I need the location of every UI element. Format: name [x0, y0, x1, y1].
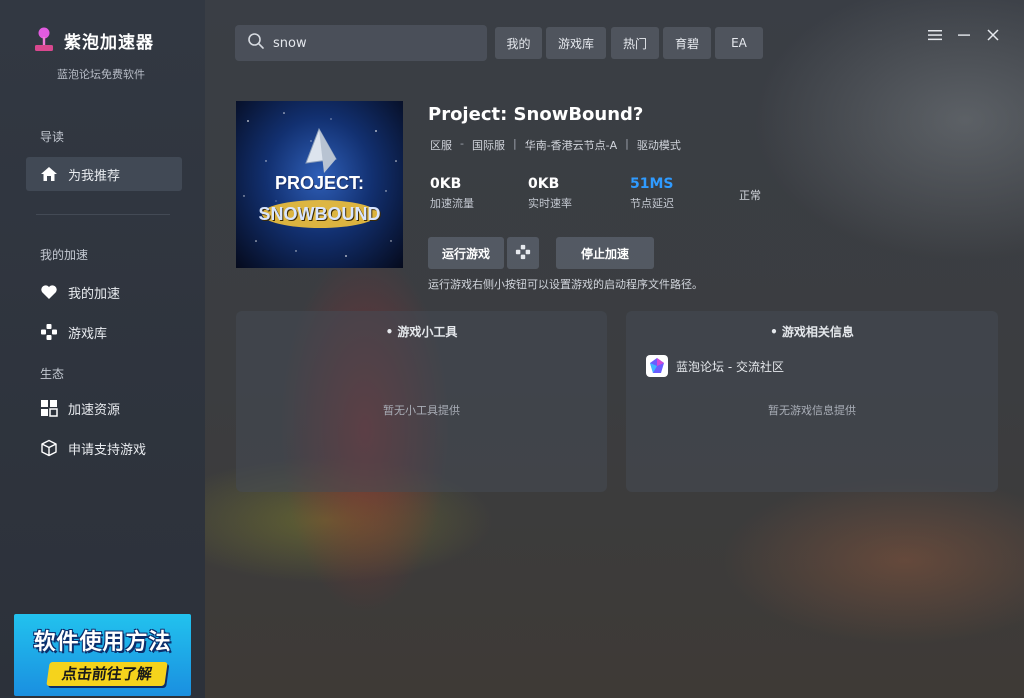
community-link[interactable]: 蓝泡论坛 - 交流社区 — [646, 355, 784, 377]
grid-icon — [40, 399, 58, 417]
sidebar-item-my-accel[interactable]: 我的加速 — [26, 275, 182, 309]
sidebar-item-recommend[interactable]: 为我推荐 — [26, 157, 182, 191]
sidebar-item-label: 申请支持游戏 — [68, 442, 147, 458]
traffic-label: 加速流量 — [430, 197, 474, 210]
sidebar-item-label: 游戏库 — [68, 326, 108, 342]
meta-separator: | — [625, 137, 629, 150]
community-link-label: 蓝泡论坛 - 交流社区 — [676, 359, 784, 374]
speed-label: 实时速率 — [528, 197, 572, 210]
close-icon[interactable] — [984, 26, 1002, 44]
sidebar-item-game-library[interactable]: 游戏库 — [26, 315, 182, 349]
speed-value: 0KB — [528, 176, 560, 192]
cover-title-line2: SNOWBOUND — [258, 204, 381, 224]
info-empty-text: 暂无游戏信息提供 — [768, 404, 856, 417]
mode-value: 驱动模式 — [636, 139, 681, 152]
section-eco-label: 生态 — [40, 367, 65, 381]
stat-latency: 51MS 节点延迟 — [630, 176, 674, 211]
cover-title-line1: PROJECT: — [274, 173, 364, 193]
sidebar: 紫泡加速器 蓝泡论坛免费软件 导读 为我推荐 我的加速 我的加速 游戏库 生态 … — [0, 0, 205, 698]
section-my-label: 我的加速 — [40, 248, 89, 262]
cube-icon — [40, 439, 58, 457]
tools-card: • 游戏小工具 暂无小工具提供 — [236, 311, 607, 492]
tab-ea[interactable]: EA — [715, 27, 763, 59]
home-icon — [40, 165, 58, 183]
search-box[interactable] — [235, 25, 487, 61]
app-name: 紫泡加速器 — [64, 32, 154, 53]
banner-cta: 点击前往了解 — [46, 662, 168, 686]
gamepad-icon — [40, 323, 58, 341]
stop-accel-button[interactable]: 停止加速 — [556, 237, 654, 269]
region-label: 区服 — [430, 139, 452, 152]
game-title: Project: SnowBound? — [428, 104, 644, 125]
game-meta: 区服 - 国际服 | 华南-香港云节点-A | 驱动模式 — [430, 137, 681, 153]
minimize-icon[interactable] — [955, 26, 973, 44]
search-input[interactable] — [273, 35, 463, 51]
usage-guide-banner[interactable]: 软件使用方法 点击前往了解 — [14, 614, 191, 696]
region-value: 国际服 — [471, 139, 505, 152]
info-card: • 游戏相关信息 蓝泡论坛 - 交流社区 暂无游戏信息提供 — [626, 311, 998, 492]
heart-icon — [40, 283, 58, 301]
brand: 紫泡加速器 — [32, 26, 154, 54]
gamepad-icon — [515, 244, 531, 263]
section-guide-label: 导读 — [40, 130, 65, 144]
sidebar-item-label: 加速资源 — [68, 402, 121, 418]
latency-label: 节点延迟 — [630, 197, 674, 210]
tab-mine[interactable]: 我的 — [495, 27, 542, 59]
menu-icon[interactable] — [926, 26, 944, 44]
tools-empty-text: 暂无小工具提供 — [383, 404, 460, 417]
run-game-button[interactable]: 运行游戏 — [428, 237, 504, 269]
sidebar-item-apply-support[interactable]: 申请支持游戏 — [26, 431, 182, 465]
app-subtitle: 蓝泡论坛免费软件 — [57, 68, 145, 81]
search-icon — [247, 32, 265, 54]
info-card-title: • 游戏相关信息 — [770, 325, 854, 339]
tab-hot[interactable]: 热门 — [611, 27, 659, 59]
stat-traffic: 0KB 加速流量 — [430, 176, 474, 211]
status-badge: 正常 — [739, 189, 761, 202]
tab-game-library[interactable]: 游戏库 — [546, 27, 606, 59]
sidebar-divider — [36, 214, 170, 215]
tools-card-title: • 游戏小工具 — [385, 325, 458, 339]
sidebar-item-resources[interactable]: 加速资源 — [26, 391, 182, 425]
latency-value: 51MS — [630, 176, 674, 192]
meta-separator: - — [460, 137, 464, 150]
stat-speed: 0KB 实时速率 — [528, 176, 572, 211]
traffic-value: 0KB — [430, 176, 462, 192]
launch-settings-button[interactable] — [507, 237, 539, 269]
forum-logo-icon — [646, 355, 668, 377]
joystick-logo-icon — [32, 26, 56, 54]
banner-title: 软件使用方法 — [33, 630, 172, 655]
meta-separator: | — [512, 137, 517, 150]
game-cover-image: PROJECT: SNOWBOUND — [236, 101, 403, 268]
launch-hint: 运行游戏右侧小按钮可以设置游戏的启动程序文件路径。 — [428, 278, 703, 291]
sidebar-item-label: 为我推荐 — [68, 168, 121, 184]
sidebar-item-label: 我的加速 — [68, 286, 121, 302]
tab-ubisoft[interactable]: 育碧 — [663, 27, 711, 59]
node-value: 华南-香港云节点-A — [524, 139, 618, 152]
